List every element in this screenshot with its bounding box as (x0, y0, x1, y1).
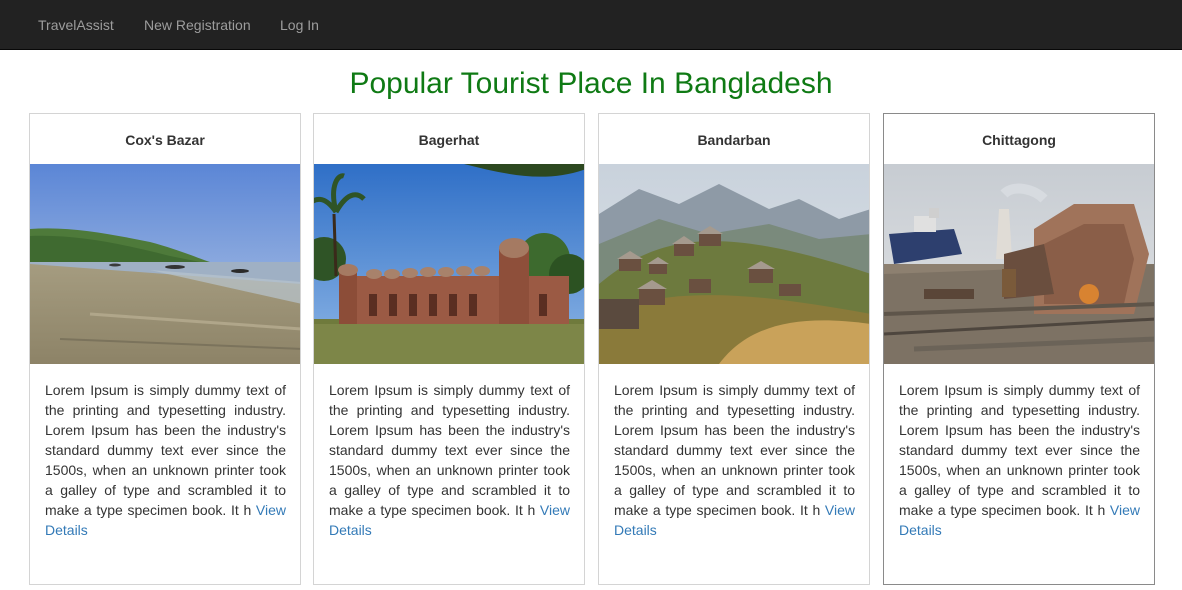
description-text: Lorem Ipsum is simply dummy text of the … (45, 382, 286, 518)
place-card-chittagong: Chittagong Lorem Ipsum is simply dummy t… (883, 113, 1155, 585)
place-card-bandarban: Bandarban Lorem Ipsum is simply dummy te… (598, 113, 870, 585)
place-card-bagerhat: Bagerhat Lorem Ipsum is simply dummy tex… (313, 113, 585, 585)
top-navbar: TravelAssist New Registration Log In (0, 0, 1182, 50)
description-text: Lorem Ipsum is simply dummy text of the … (329, 382, 570, 518)
card-description: Lorem Ipsum is simply dummy text of the … (614, 380, 855, 540)
description-text: Lorem Ipsum is simply dummy text of the … (899, 382, 1140, 518)
place-card-coxs-bazar: Cox's Bazar Lorem Ipsum is simply dummy … (29, 113, 301, 585)
shipyard-photo (884, 164, 1154, 364)
login-link[interactable]: Log In (280, 17, 319, 33)
card-title: Chittagong (982, 132, 1056, 148)
new-registration-link[interactable]: New Registration (144, 17, 251, 33)
hill-village-photo (599, 164, 869, 364)
card-description: Lorem Ipsum is simply dummy text of the … (45, 380, 286, 540)
card-title: Bandarban (697, 132, 771, 148)
beach-photo (30, 164, 300, 364)
card-description: Lorem Ipsum is simply dummy text of the … (329, 380, 570, 540)
description-text: Lorem Ipsum is simply dummy text of the … (614, 382, 855, 518)
card-title: Bagerhat (418, 132, 480, 148)
page-title: Popular Tourist Place In Bangladesh (349, 67, 833, 100)
mosque-photo (314, 164, 584, 364)
card-title: Cox's Bazar (125, 132, 205, 148)
brand-link[interactable]: TravelAssist (38, 17, 114, 33)
card-description: Lorem Ipsum is simply dummy text of the … (899, 380, 1140, 540)
